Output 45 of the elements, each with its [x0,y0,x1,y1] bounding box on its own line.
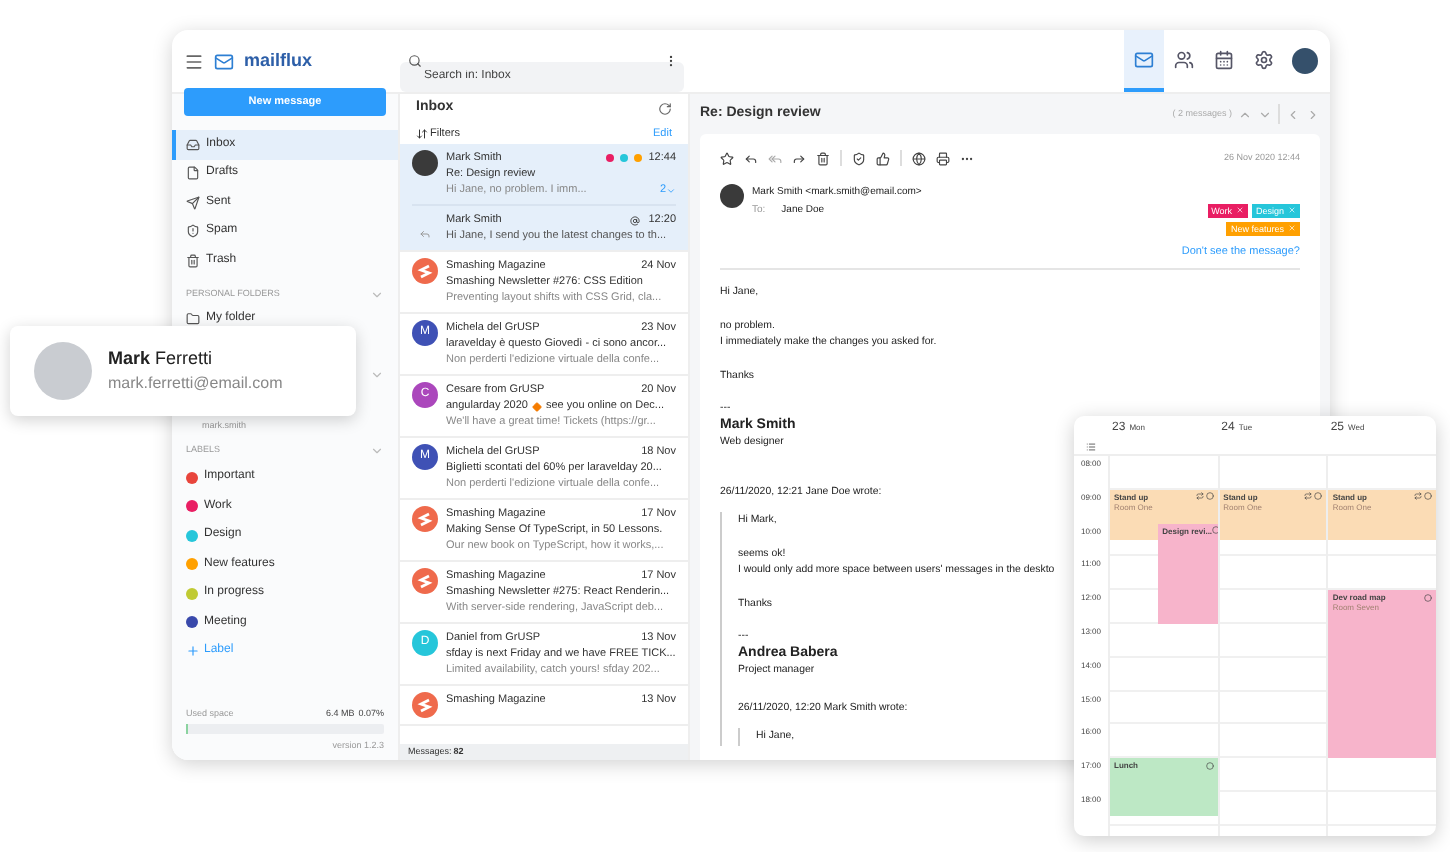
all-day-icon [1086,441,1096,451]
calendar-icon [1214,49,1234,69]
logo-icon [214,51,234,71]
trash-icon[interactable] [816,151,830,166]
mail-icon [1134,49,1154,69]
sort-icon [416,128,428,140]
send-icon [186,195,200,210]
status-icon [1205,492,1214,501]
profile-email: mark.ferretti@email.com [108,372,283,397]
inbox-icon [186,137,200,152]
globe-icon[interactable] [912,151,926,166]
sender-avatar-placeholder [720,183,744,207]
status-icon [1424,593,1433,602]
profile-name: Mark Ferretti [108,345,215,372]
menu-icon[interactable] [184,51,204,71]
user-avatar[interactable] [1292,48,1318,74]
mail-tab[interactable] [1124,30,1164,92]
status-icon [1314,492,1323,501]
file-icon [186,166,200,181]
repeat-icon [1304,492,1313,501]
search-icon [408,54,422,68]
repeat-icon [1414,492,1423,501]
brand-name: mailflux [244,47,313,74]
reply-icon[interactable] [744,151,758,166]
status-icon [1212,526,1218,535]
more-icon[interactable] [664,54,678,68]
caret-icon [666,185,676,195]
refresh-icon[interactable] [658,102,672,116]
settings-icon [1254,49,1274,69]
print-icon[interactable] [936,151,950,166]
shield-icon [186,224,200,239]
star-icon[interactable] [720,151,734,166]
folder-icon [186,312,200,326]
thumbs-up-icon[interactable] [876,151,890,166]
status-icon [1205,761,1214,770]
at-icon [630,215,641,225]
shield-icon[interactable] [852,151,866,166]
contacts-icon [1174,49,1194,69]
forward-icon[interactable] [792,151,806,166]
repeat-icon [1195,492,1204,501]
avatar-placeholder [34,342,92,400]
diamond-icon [531,401,542,411]
trash-icon [186,253,200,268]
plus-icon [186,644,200,658]
status-icon [1424,492,1433,501]
